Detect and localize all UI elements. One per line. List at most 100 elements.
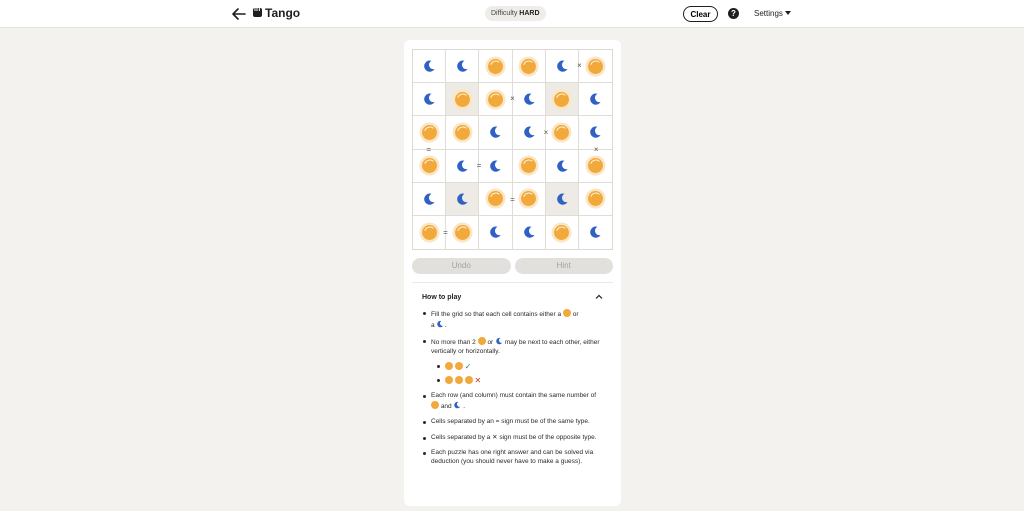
rule3-text-a: Each row (and column) must contain the s… <box>431 392 597 399</box>
grid-cell[interactable] <box>578 215 612 249</box>
top-bar: Tango Difficulty HARD Clear ? Settings <box>0 0 1024 28</box>
sun-icon <box>454 376 463 384</box>
equal-constraint: = <box>426 144 432 154</box>
game-panel: × × × = × = = = Undo Hint How to play Fill the … <box>404 40 621 506</box>
rule3-text-b: and <box>440 402 452 410</box>
caret-down-icon <box>784 11 791 15</box>
grid-cell[interactable] <box>479 116 513 150</box>
sun-icon <box>452 122 473 143</box>
equal-constraint: = <box>476 161 482 171</box>
moon-icon <box>457 60 468 72</box>
grid-cell[interactable] <box>545 116 579 150</box>
grid-cell[interactable] <box>446 50 480 84</box>
sun-icon <box>431 400 439 409</box>
settings-label: Settings <box>754 9 783 18</box>
example-invalid: ✕ <box>437 376 603 385</box>
hint-button[interactable]: Hint <box>514 258 613 274</box>
rule1-text-d: . <box>444 321 447 329</box>
equal-constraint: = <box>510 194 515 204</box>
moon-icon <box>590 226 602 239</box>
sun-icon <box>477 337 486 345</box>
how-to-play-title: How to play <box>422 293 462 301</box>
rule5-text-b: sign must be of the opposite type. <box>499 433 597 441</box>
moon-icon <box>523 93 535 105</box>
sun-icon <box>485 188 506 209</box>
grid-cell[interactable] <box>413 83 447 117</box>
sun-icon <box>585 188 606 209</box>
sun-icon <box>485 89 506 110</box>
clear-button[interactable]: Clear <box>683 6 718 22</box>
moon-icon <box>556 193 568 205</box>
linkedin-logo-icon <box>253 6 262 17</box>
example-valid: ✓ <box>437 362 603 371</box>
grid-cell[interactable] <box>413 149 447 183</box>
cross-constraint: × <box>510 94 515 104</box>
moon-icon <box>424 193 435 205</box>
rule1-text-b: or <box>572 311 579 318</box>
difficulty-value: HARD <box>519 10 540 17</box>
sun-icon <box>454 362 463 370</box>
grid-cell[interactable] <box>413 50 447 84</box>
moon-icon <box>495 337 503 345</box>
help-icon[interactable]: ? <box>728 8 739 19</box>
rule-equal-count: Each row (and column) must contain the s… <box>422 392 603 411</box>
grid-cell[interactable] <box>512 215 546 249</box>
cross-icon: ✕ <box>474 376 482 385</box>
grid-cell[interactable] <box>512 116 546 150</box>
grid-cell[interactable] <box>578 50 612 84</box>
sun-icon <box>445 362 453 370</box>
grid-cell[interactable] <box>545 50 579 84</box>
grid-cell[interactable] <box>545 215 579 249</box>
moon-icon <box>490 160 502 172</box>
rules-list: Fill the grid so that each cell contains… <box>412 309 613 466</box>
check-icon: ✓ <box>464 362 472 371</box>
sun-icon <box>452 222 473 243</box>
grid-cell[interactable] <box>545 149 579 183</box>
grid-cell[interactable] <box>446 116 480 150</box>
moon-icon <box>457 160 468 172</box>
grid-cell[interactable] <box>479 50 513 84</box>
difficulty-label: Difficulty <box>491 10 518 17</box>
grid-cell <box>446 182 480 216</box>
cross-constraint: × <box>543 127 549 137</box>
grid-cell[interactable] <box>512 83 546 117</box>
moon-icon <box>424 60 435 72</box>
rule1-text-a: Fill the grid so that each cell contains… <box>431 311 562 318</box>
grid-cell[interactable] <box>479 149 513 183</box>
rule-equal-sign: Cells separated by an = sign must be of … <box>422 418 603 427</box>
moon-icon <box>523 226 535 239</box>
grid-cell[interactable] <box>512 182 546 216</box>
chevron-up-icon[interactable] <box>595 293 603 301</box>
grid-cell[interactable] <box>413 182 447 216</box>
tango-grid <box>412 49 613 250</box>
rule-one-answer: Each puzzle has one right answer and can… <box>422 449 603 466</box>
sun-icon <box>445 376 453 384</box>
grid-cell[interactable] <box>446 215 480 249</box>
sun-icon <box>518 155 539 176</box>
rule-cross-sign: Cells separated by a ✕ sign must be of t… <box>422 434 603 443</box>
grid-cell[interactable] <box>578 182 612 216</box>
moon-icon <box>457 193 468 205</box>
how-to-play-header[interactable]: How to play <box>412 293 613 301</box>
grid-cell[interactable] <box>578 149 612 183</box>
grid-cell[interactable] <box>512 149 546 183</box>
moon-icon <box>523 126 535 139</box>
settings-menu[interactable]: Settings <box>754 9 791 18</box>
rule2-text-a: No more than 2 <box>431 339 476 346</box>
grid-cell[interactable] <box>578 83 612 117</box>
sun-icon <box>551 222 572 243</box>
sun-icon <box>551 89 572 110</box>
back-arrow-icon[interactable] <box>230 5 248 23</box>
grid-cell <box>545 182 579 216</box>
grid-cell <box>446 83 480 117</box>
difficulty-badge: Difficulty HARD <box>485 6 546 21</box>
undo-button[interactable]: Undo <box>412 258 511 274</box>
grid-cell[interactable] <box>512 50 546 84</box>
rule-fill-grid: Fill the grid so that each cell contains… <box>422 309 603 330</box>
rule3-text-c: . <box>463 402 466 410</box>
grid-cell[interactable] <box>479 215 513 249</box>
app-title: Tango <box>265 6 301 20</box>
moon-icon <box>490 126 502 139</box>
moon-icon <box>424 93 435 105</box>
sun-icon <box>585 155 606 176</box>
